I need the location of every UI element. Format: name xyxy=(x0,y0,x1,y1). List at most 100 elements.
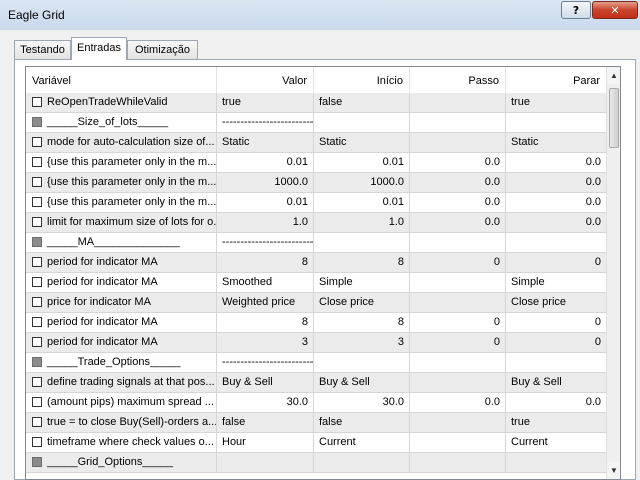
table-row[interactable]: _____Grid_Options_____ xyxy=(26,453,606,473)
help-button[interactable]: ? xyxy=(561,1,591,19)
cell-passo[interactable] xyxy=(410,373,506,392)
table-row[interactable]: {use this parameter only in the m... 1000… xyxy=(26,173,606,193)
cell-inicio[interactable]: 1.0 xyxy=(314,213,410,232)
cell-parar[interactable]: true xyxy=(506,413,606,432)
cell-passo[interactable]: 0 xyxy=(410,313,506,332)
cell-valor[interactable]: ----------------------------------------… xyxy=(217,353,314,372)
cell-valor[interactable]: 8 xyxy=(217,313,314,332)
cell-inicio[interactable] xyxy=(314,353,410,372)
close-button[interactable]: ✕ xyxy=(592,1,638,19)
table-row[interactable]: define trading signals at that pos... Buy… xyxy=(26,373,606,393)
cell-parar[interactable]: 0 xyxy=(506,313,606,332)
cell-passo[interactable]: 0 xyxy=(410,333,506,352)
cell-parar[interactable]: 0 xyxy=(506,333,606,352)
cell-valor[interactable]: 0.01 xyxy=(217,193,314,212)
cell-parar[interactable] xyxy=(506,353,606,372)
header-inicio[interactable]: Início xyxy=(314,67,410,93)
table-row[interactable]: {use this parameter only in the m... 0.01… xyxy=(26,193,606,213)
cell-parar[interactable]: Simple xyxy=(506,273,606,292)
cell-passo[interactable] xyxy=(410,433,506,452)
table-row[interactable]: true = to close Buy(Sell)-orders a... fal… xyxy=(26,413,606,433)
table-row[interactable]: price for indicator MA Weighted price Clos… xyxy=(26,293,606,313)
cell-parar[interactable]: true xyxy=(506,93,606,112)
cell-valor[interactable]: 30.0 xyxy=(217,393,314,412)
cell-parar[interactable]: 0.0 xyxy=(506,173,606,192)
cell-inicio[interactable]: 0.01 xyxy=(314,193,410,212)
cell-parar[interactable]: 0.0 xyxy=(506,153,606,172)
cell-valor[interactable]: Smoothed xyxy=(217,273,314,292)
table-row[interactable]: _____Trade_Options_____ -----------------… xyxy=(26,353,606,373)
cell-inicio[interactable]: Current xyxy=(314,433,410,452)
tab-entradas[interactable]: Entradas xyxy=(71,37,127,60)
cell-parar[interactable]: 0.0 xyxy=(506,193,606,212)
cell-inicio[interactable]: false xyxy=(314,93,410,112)
cell-inicio[interactable]: 30.0 xyxy=(314,393,410,412)
scroll-up-button[interactable]: ▲ xyxy=(607,67,620,84)
cell-valor[interactable]: 3 xyxy=(217,333,314,352)
cell-inicio[interactable]: 3 xyxy=(314,333,410,352)
cell-valor[interactable]: Hour xyxy=(217,433,314,452)
table-row[interactable]: (amount pips) maximum spread ... 30.0 30.0… xyxy=(26,393,606,413)
cell-parar[interactable]: Close price xyxy=(506,293,606,312)
cell-valor[interactable]: true xyxy=(217,93,314,112)
header-passo[interactable]: Passo xyxy=(410,67,506,93)
cell-valor[interactable]: Weighted price xyxy=(217,293,314,312)
table-row[interactable]: period for indicator MA Smoothed Simple Sim… xyxy=(26,273,606,293)
table-row[interactable]: period for indicator MA 8 8 0 0 xyxy=(26,253,606,273)
tab-testando[interactable]: Testando xyxy=(14,40,71,59)
cell-parar[interactable] xyxy=(506,113,606,132)
cell-passo[interactable] xyxy=(410,413,506,432)
cell-inicio[interactable]: 8 xyxy=(314,253,410,272)
table-row[interactable]: ReOpenTradeWhileValid true false true xyxy=(26,93,606,113)
cell-valor[interactable]: ----------------------------------------… xyxy=(217,113,314,132)
cell-valor[interactable]: Static xyxy=(217,133,314,152)
header-variavel[interactable]: Variável xyxy=(26,67,217,93)
cell-valor[interactable]: ----------------------------------------… xyxy=(217,233,314,252)
cell-valor[interactable]: 0.01 xyxy=(217,153,314,172)
cell-inicio[interactable]: Simple xyxy=(314,273,410,292)
cell-passo[interactable] xyxy=(410,273,506,292)
cell-valor[interactable] xyxy=(217,453,314,472)
cell-parar[interactable]: 0.0 xyxy=(506,393,606,412)
header-valor[interactable]: Valor xyxy=(217,67,314,93)
cell-parar[interactable]: Current xyxy=(506,433,606,452)
cell-valor[interactable]: 8 xyxy=(217,253,314,272)
cell-parar[interactable] xyxy=(506,233,606,252)
cell-passo[interactable] xyxy=(410,93,506,112)
cell-inicio[interactable]: Buy & Sell xyxy=(314,373,410,392)
cell-inicio[interactable]: 8 xyxy=(314,313,410,332)
cell-passo[interactable] xyxy=(410,113,506,132)
tab-otimizacao[interactable]: Otimização xyxy=(127,40,198,59)
header-parar[interactable]: Parar xyxy=(506,67,606,93)
cell-passo[interactable] xyxy=(410,133,506,152)
cell-inicio[interactable] xyxy=(314,453,410,472)
cell-inicio[interactable]: false xyxy=(314,413,410,432)
cell-valor[interactable]: Buy & Sell xyxy=(217,373,314,392)
table-row[interactable]: _____Size_of_lots_____ ------------------… xyxy=(26,113,606,133)
cell-parar[interactable]: Static xyxy=(506,133,606,152)
cell-inicio[interactable] xyxy=(314,113,410,132)
cell-parar[interactable]: 0 xyxy=(506,253,606,272)
vertical-scrollbar[interactable]: ▲ ▼ xyxy=(606,67,620,479)
cell-parar[interactable] xyxy=(506,453,606,472)
table-row[interactable]: {use this parameter only in the m... 0.01… xyxy=(26,153,606,173)
table-row[interactable]: timeframe where check values o... Hour Cur… xyxy=(26,433,606,453)
cell-inicio[interactable]: Static xyxy=(314,133,410,152)
cell-passo[interactable] xyxy=(410,293,506,312)
cell-parar[interactable]: Buy & Sell xyxy=(506,373,606,392)
cell-inicio[interactable] xyxy=(314,233,410,252)
cell-parar[interactable]: 0.0 xyxy=(506,213,606,232)
cell-passo[interactable]: 0.0 xyxy=(410,173,506,192)
cell-passo[interactable]: 0.0 xyxy=(410,193,506,212)
cell-valor[interactable]: 1.0 xyxy=(217,213,314,232)
scroll-down-button[interactable]: ▼ xyxy=(607,462,620,479)
cell-passo[interactable] xyxy=(410,453,506,472)
cell-valor[interactable]: 1000.0 xyxy=(217,173,314,192)
cell-passo[interactable]: 0.0 xyxy=(410,153,506,172)
cell-passo[interactable]: 0.0 xyxy=(410,393,506,412)
cell-passo[interactable] xyxy=(410,353,506,372)
table-row[interactable]: _____MA______________ -------------------… xyxy=(26,233,606,253)
cell-inicio[interactable]: 0.01 xyxy=(314,153,410,172)
cell-inicio[interactable]: Close price xyxy=(314,293,410,312)
table-row[interactable]: mode for auto-calculation size of... Stat… xyxy=(26,133,606,153)
